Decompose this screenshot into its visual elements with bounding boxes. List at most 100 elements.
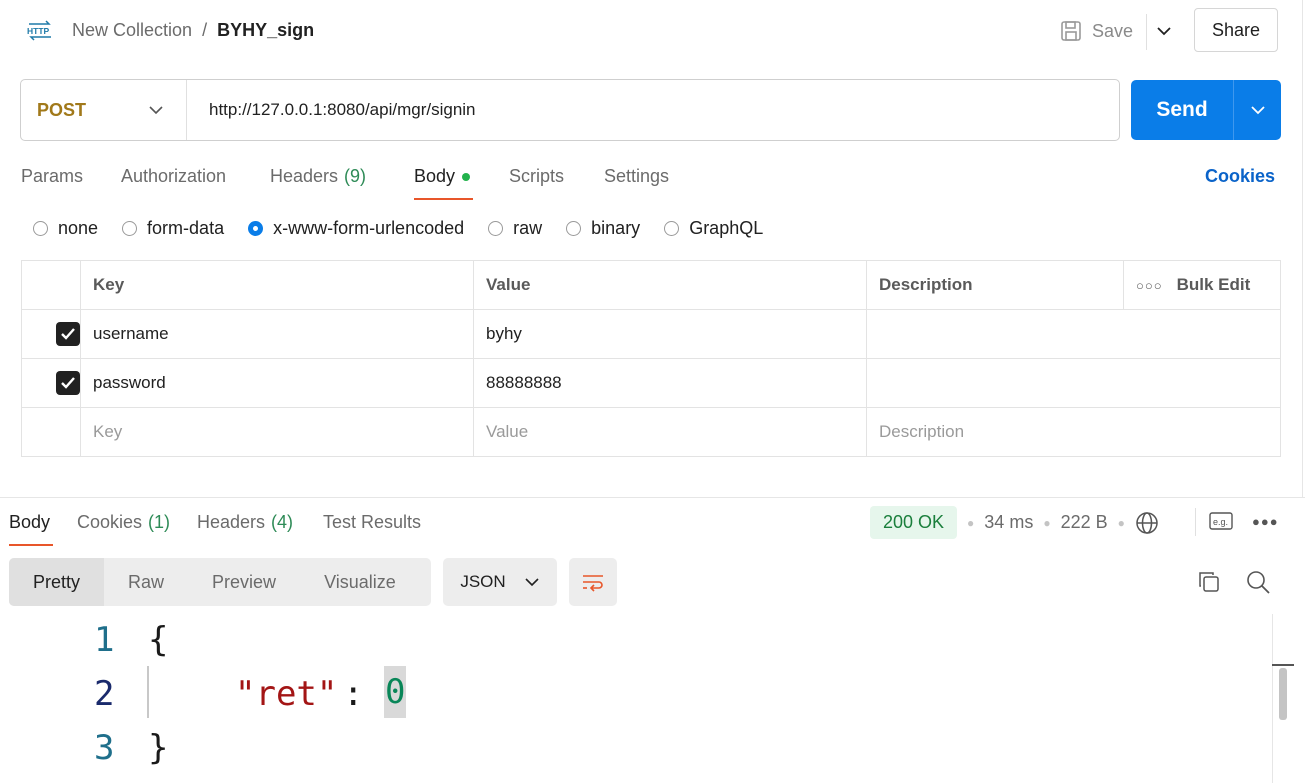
new-value-placeholder[interactable]: Value <box>473 407 867 457</box>
status-badge[interactable]: 200 OK <box>870 506 958 539</box>
indent-guide <box>147 666 149 718</box>
body-type-none[interactable]: none <box>33 218 98 239</box>
share-button[interactable]: Share <box>1194 8 1278 52</box>
bulk-edit-label: Bulk Edit <box>1176 275 1251 294</box>
json-colon: : <box>343 674 364 714</box>
check-icon <box>61 377 75 389</box>
radio-raw[interactable] <box>488 221 504 236</box>
tab-settings[interactable]: Settings <box>604 166 669 187</box>
search-icon[interactable] <box>1245 569 1271 595</box>
new-key-placeholder[interactable]: Key <box>80 407 474 457</box>
response-tab-body[interactable]: Body <box>9 512 50 533</box>
send-button[interactable]: Send <box>1131 80 1281 140</box>
row-key[interactable]: password <box>80 358 474 408</box>
body-type-urlencoded-label: x-www-form-urlencoded <box>273 218 465 238</box>
response-time[interactable]: 34 ms <box>984 512 1033 533</box>
view-visualize[interactable]: Visualize <box>300 558 420 606</box>
json-close-brace: } <box>148 728 169 768</box>
breadcrumb: HTTP New Collection / BYHY_sign <box>26 18 314 42</box>
body-type-form-data-label: form-data <box>147 218 225 238</box>
row-value[interactable]: byhy <box>473 309 867 359</box>
row-value[interactable]: 88888888 <box>473 358 867 408</box>
table-row: password 88888888 <box>21 358 1281 408</box>
url-bar: POST <box>20 79 1120 141</box>
body-type-graphql[interactable]: GraphQL <box>664 218 763 239</box>
format-select[interactable]: JSON <box>443 558 557 606</box>
new-description-placeholder[interactable]: Description <box>866 407 1281 457</box>
headers-count: (9) <box>344 166 367 186</box>
scrollbar-thumb[interactable] <box>1279 668 1287 720</box>
header-check-cell <box>21 260 81 310</box>
chevron-down-icon <box>149 106 163 115</box>
chevron-down-icon <box>525 578 539 587</box>
row-check-cell <box>21 407 81 457</box>
http-icon: HTTP <box>27 20 51 41</box>
body-type-urlencoded[interactable]: x-www-form-urlencoded <box>248 218 464 239</box>
tab-body[interactable]: Body <box>414 166 471 187</box>
bulk-edit-button[interactable]: ○○○ Bulk Edit <box>1136 275 1268 295</box>
json-open-brace: { <box>148 620 169 660</box>
row-checkbox[interactable] <box>56 322 80 346</box>
response-divider[interactable] <box>0 497 1305 498</box>
save-icon <box>1061 21 1081 41</box>
table-row: username byhy <box>21 309 1281 359</box>
window-edge <box>1302 0 1303 497</box>
wrap-lines-button[interactable] <box>569 558 617 606</box>
send-label: Send <box>1156 98 1208 121</box>
more-options-icon[interactable]: ●●● <box>1252 514 1279 529</box>
scrollbar-track <box>1272 614 1273 783</box>
url-input[interactable] <box>207 99 1091 121</box>
response-code-editor[interactable]: 1 { 2 "ret" : 0 3 } <box>0 616 1270 783</box>
tab-authorization[interactable]: Authorization <box>121 166 226 187</box>
breadcrumb-collection[interactable]: New Collection <box>72 20 192 41</box>
response-size[interactable]: 222 B <box>1061 512 1108 533</box>
response-tab-headers[interactable]: Headers (4) <box>197 512 293 533</box>
tab-body-label: Body <box>414 166 456 186</box>
method-label: POST <box>37 99 87 120</box>
response-cookies-count: (1) <box>148 512 171 532</box>
response-active-underline <box>9 544 53 546</box>
body-type-form-data[interactable]: form-data <box>122 218 224 239</box>
body-type-raw[interactable]: raw <box>488 218 542 239</box>
save-example-icon[interactable]: e.g. <box>1209 510 1233 532</box>
chevron-down-icon <box>1157 27 1171 36</box>
response-tab-test-results[interactable]: Test Results <box>323 512 421 533</box>
check-icon <box>61 328 75 340</box>
response-tab-headers-label: Headers <box>197 512 266 532</box>
request-name[interactable]: BYHY_sign <box>217 20 314 41</box>
tab-params[interactable]: Params <box>21 166 83 187</box>
body-type-binary-label: binary <box>591 218 641 238</box>
save-button[interactable]: Save <box>1060 20 1133 42</box>
cookies-link[interactable]: Cookies <box>1205 166 1275 187</box>
radio-none[interactable] <box>33 221 48 236</box>
send-options-button[interactable] <box>1234 102 1281 118</box>
tab-headers[interactable]: Headers (9) <box>270 166 366 187</box>
method-select[interactable]: POST <box>21 80 187 140</box>
table-header-row: Key Value Description ○○○ Bulk Edit <box>21 260 1281 310</box>
response-tab-cookies[interactable]: Cookies (1) <box>77 512 170 533</box>
globe-icon[interactable] <box>1135 511 1159 535</box>
save-options-button[interactable] <box>1155 22 1173 45</box>
body-type-binary[interactable]: binary <box>566 218 640 239</box>
share-label: Share <box>1211 19 1261 40</box>
divider <box>1195 508 1196 536</box>
json-value: 0 <box>384 666 407 718</box>
tab-scripts[interactable]: Scripts <box>509 166 564 187</box>
view-pretty[interactable]: Pretty <box>9 558 105 606</box>
copy-icon[interactable] <box>1197 570 1221 594</box>
row-description[interactable] <box>866 309 1281 359</box>
line-number: 2 <box>94 674 115 714</box>
radio-form-data[interactable] <box>122 221 138 236</box>
format-label: JSON <box>460 572 506 591</box>
divider <box>1146 14 1147 50</box>
view-preview[interactable]: Preview <box>188 558 300 606</box>
radio-urlencoded[interactable] <box>248 221 264 236</box>
json-key: "ret" <box>235 674 338 714</box>
row-checkbox[interactable] <box>56 371 80 395</box>
row-description[interactable] <box>866 358 1281 408</box>
wrap-lines-icon <box>583 575 603 592</box>
radio-binary[interactable] <box>566 221 582 236</box>
view-raw[interactable]: Raw <box>104 558 188 606</box>
row-key[interactable]: username <box>80 309 474 359</box>
radio-graphql[interactable] <box>664 221 680 236</box>
